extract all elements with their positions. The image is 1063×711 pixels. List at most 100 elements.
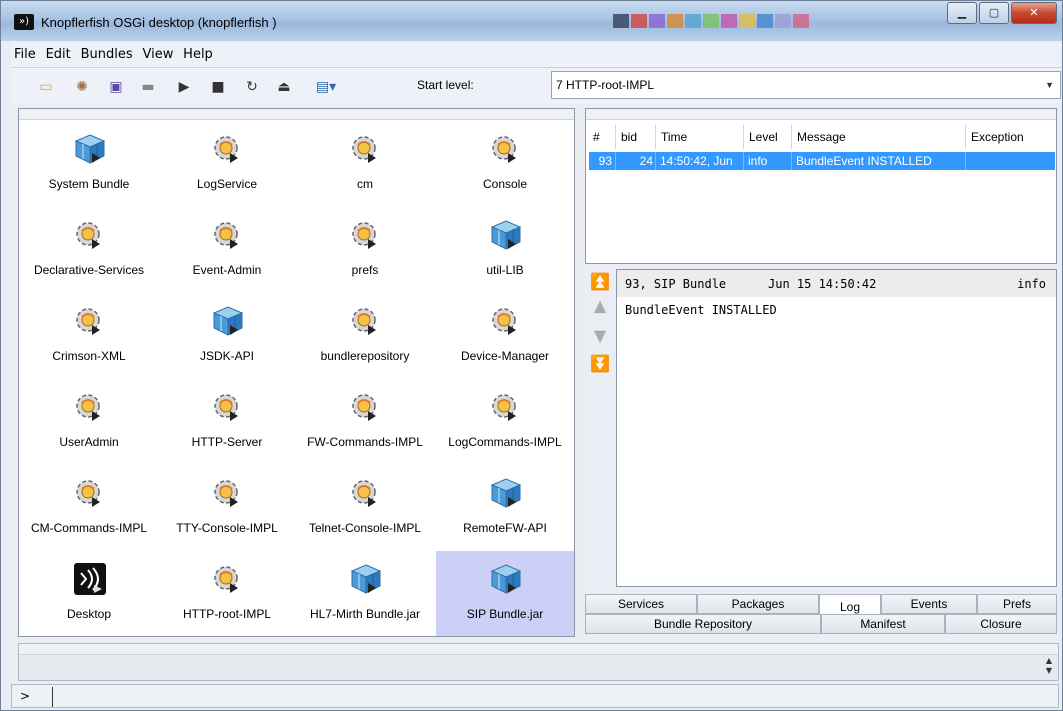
minimize-button[interactable]: ▁	[947, 2, 977, 24]
bundle-item[interactable]: cm	[296, 121, 434, 207]
column-header-message[interactable]: Message	[792, 125, 966, 149]
bundle-item[interactable]: Event-Admin	[158, 207, 296, 293]
pane-splitter-handle[interactable]	[19, 644, 1058, 655]
bundle-item[interactable]: HTTP-root-IMPL	[158, 551, 296, 636]
bundle-item[interactable]: System Bundle	[20, 121, 158, 207]
bundle-label: RemoteFW-API	[463, 521, 547, 535]
tab-services[interactable]: Services	[585, 594, 697, 614]
detail-entry-title: 93, SIP Bundle	[625, 277, 727, 291]
eject-icon[interactable]: ⏏	[275, 78, 293, 96]
bundle-item[interactable]: bundlerepository	[296, 293, 434, 379]
window-title: Knopflerfish OSGi desktop (knopflerfish …	[41, 15, 277, 30]
menu-edit[interactable]: Edit	[43, 43, 74, 67]
bundle-item[interactable]: Declarative-Services	[20, 207, 158, 293]
detail-entry-level: info	[1017, 277, 1046, 291]
menu-bundles[interactable]: Bundles	[78, 43, 136, 67]
gear-bundle-icon	[488, 389, 524, 425]
open-folder-icon[interactable]: ▭	[37, 78, 55, 96]
log-detail: 93, SIP Bundle Jun 15 14:50:42 info Bund…	[616, 269, 1057, 587]
log-navigation: ⏫ ▲ ▼ ⏬	[589, 269, 613, 587]
title-bar[interactable]: ») Knopflerfish OSGi desktop (knopflerfi…	[1, 1, 1062, 41]
bundle-item[interactable]: Console	[436, 121, 574, 207]
bundle-label: CM-Commands-IMPL	[30, 521, 147, 535]
install-gear-icon[interactable]: ✺	[73, 78, 91, 96]
gear-bundle-icon	[72, 475, 108, 511]
console-input-bar: >	[11, 684, 1059, 708]
bundle-item[interactable]: CM-Commands-IMPL	[20, 465, 158, 551]
bundle-item[interactable]: LogCommands-IMPL	[436, 379, 574, 465]
bundle-item[interactable]: util-LIB	[436, 207, 574, 293]
vertical-splitter[interactable]	[576, 108, 584, 637]
cell-exception	[966, 152, 1055, 170]
bundle-item[interactable]: prefs	[296, 207, 434, 293]
tab-closure[interactable]: Closure	[945, 614, 1057, 634]
column-header-num[interactable]: #	[588, 125, 616, 149]
bundle-label: System Bundle	[48, 177, 130, 191]
menu-view[interactable]: View	[139, 43, 176, 67]
view-menu-icon[interactable]: ▤▾	[309, 78, 343, 96]
knopflerfish-logo-icon: »)	[14, 14, 34, 30]
gear-bundle-icon	[210, 389, 246, 425]
column-header-level[interactable]: Level	[744, 125, 792, 149]
bundle-label: Device-Manager	[460, 349, 550, 363]
table-row[interactable]: 93 24 14:50:42, Jun info BundleEvent INS…	[589, 152, 1055, 170]
cube-icon	[72, 131, 108, 167]
tab-bundle-repository[interactable]: Bundle Repository	[585, 614, 821, 634]
knopflerfish-logo-icon	[72, 561, 108, 597]
bundle-label: LogService	[196, 177, 258, 191]
stop-icon[interactable]: ■	[209, 78, 227, 96]
gear-bundle-icon	[210, 561, 246, 597]
first-icon[interactable]: ⏫	[589, 271, 611, 293]
column-header-exception[interactable]: Exception	[966, 125, 1056, 149]
save-icon[interactable]: ▣	[107, 78, 125, 96]
next-icon[interactable]: ▼	[589, 325, 611, 347]
maximize-icon: ▢	[988, 6, 1000, 19]
gear-bundle-icon	[72, 303, 108, 339]
tab-events[interactable]: Events	[881, 594, 977, 614]
gear-bundle-icon	[210, 217, 246, 253]
bundle-item[interactable]: Desktop	[20, 551, 158, 636]
prev-icon[interactable]: ▲	[589, 295, 611, 317]
bundle-item[interactable]: TTY-Console-IMPL	[158, 465, 296, 551]
bundle-item[interactable]: FW-Commands-IMPL	[296, 379, 434, 465]
bundle-label: LogCommands-IMPL	[448, 435, 562, 449]
bundle-label: FW-Commands-IMPL	[307, 435, 423, 449]
bundle-label: Desktop	[66, 607, 112, 621]
gear-bundle-icon	[72, 217, 108, 253]
spinner-icon[interactable]: ▲ ▼	[1042, 656, 1056, 678]
tab-packages[interactable]: Packages	[697, 594, 819, 614]
tab-log[interactable]: Log	[819, 594, 881, 616]
menu-help[interactable]: Help	[180, 43, 216, 67]
bundle-item[interactable]: HTTP-Server	[158, 379, 296, 465]
maximize-button[interactable]: ▢	[979, 2, 1009, 24]
refresh-icon[interactable]: ↻	[243, 78, 261, 96]
bundle-item[interactable]: Crimson-XML	[20, 293, 158, 379]
column-header-bid[interactable]: bid	[616, 125, 656, 149]
gear-bundle-icon	[210, 131, 246, 167]
tab-manifest[interactable]: Manifest	[821, 614, 945, 634]
cell-num: 93	[589, 152, 616, 170]
uninstall-icon[interactable]: ▬	[139, 78, 157, 96]
bundle-item[interactable]: RemoteFW-API	[436, 465, 574, 551]
bundle-label: cm	[357, 177, 373, 191]
pane-splitter-handle[interactable]	[586, 109, 1056, 120]
bundle-item[interactable]: LogService	[158, 121, 296, 207]
start-icon[interactable]: ▶	[175, 78, 193, 96]
close-button[interactable]: ✕	[1011, 2, 1057, 24]
start-level-value: 7 HTTP-root-IMPL	[556, 78, 655, 92]
start-level-select[interactable]: 7 HTTP-root-IMPL ▼	[551, 71, 1061, 99]
pane-splitter-handle[interactable]	[19, 109, 574, 120]
console-input[interactable]	[52, 687, 1058, 707]
bundle-item[interactable]: JSDK-API	[158, 293, 296, 379]
chevron-down-icon: ▼	[1045, 80, 1054, 90]
start-level-label: Start level:	[417, 78, 474, 92]
menu-file[interactable]: File	[11, 43, 39, 67]
column-header-time[interactable]: Time	[656, 125, 744, 149]
bundle-item[interactable]: SIP Bundle.jar	[436, 551, 574, 636]
bundle-item[interactable]: Telnet-Console-IMPL	[296, 465, 434, 551]
tab-prefs[interactable]: Prefs	[977, 594, 1057, 614]
bundle-item[interactable]: UserAdmin	[20, 379, 158, 465]
bundle-item[interactable]: Device-Manager	[436, 293, 574, 379]
last-icon[interactable]: ⏬	[589, 353, 611, 375]
bundle-item[interactable]: HL7-Mirth Bundle.jar	[296, 551, 434, 636]
